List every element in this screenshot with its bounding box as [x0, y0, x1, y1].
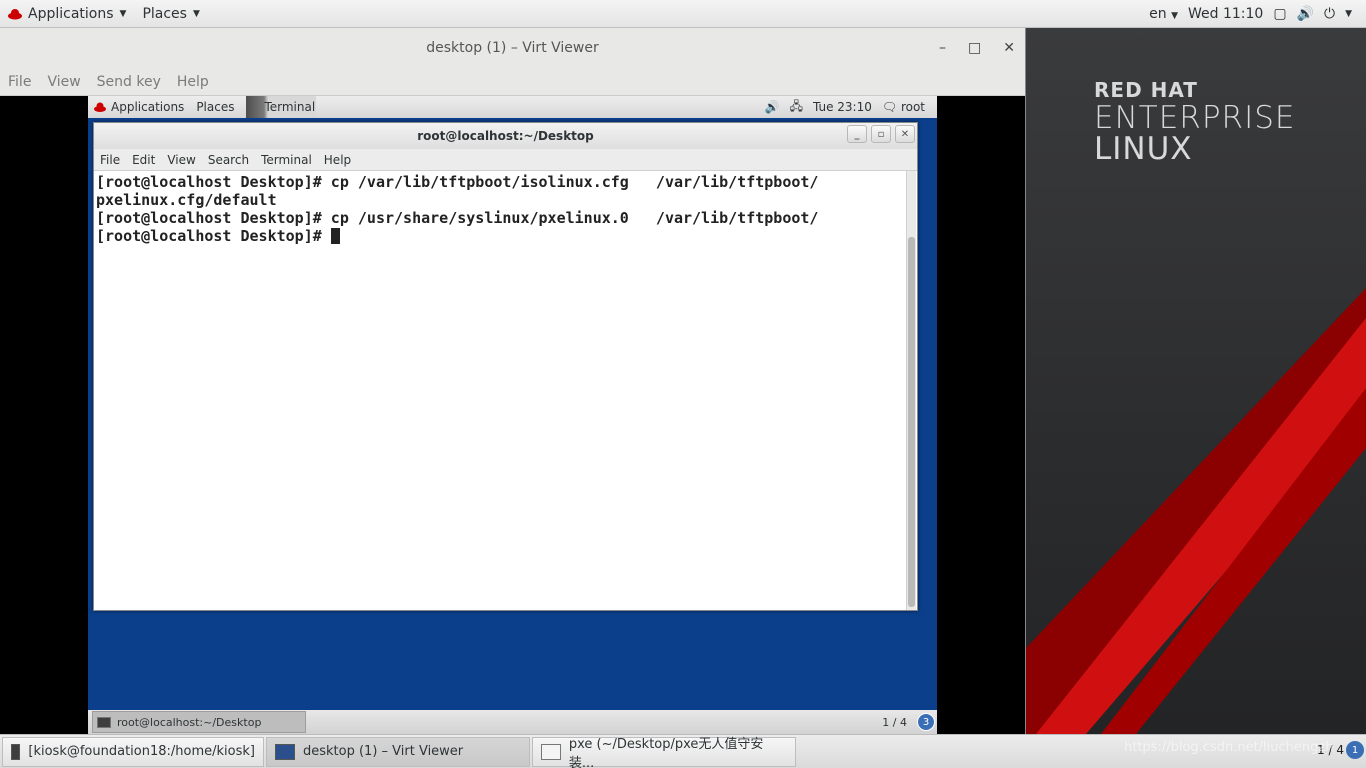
- chevron-down-icon[interactable]: ▼: [1345, 9, 1352, 19]
- power-icon[interactable]: ⏻: [1324, 6, 1335, 22]
- taskbar-item-virt-viewer[interactable]: desktop (1) – Virt Viewer: [266, 736, 530, 767]
- guest-task-label: root@localhost:~/Desktop: [117, 715, 262, 729]
- scrollbar-thumb[interactable]: [908, 237, 915, 607]
- terminal-menu-file[interactable]: File: [100, 153, 120, 167]
- chevron-down-icon: ▼: [1171, 10, 1178, 21]
- logo-line-2: ENTERPRISE: [1094, 100, 1296, 136]
- virt-viewer-menubar: File View Send key Help: [0, 68, 1025, 96]
- watermark: https://blog.csdn.net/liuchengzh: [1124, 740, 1334, 755]
- guest-task-terminal[interactable]: root@localhost:~/Desktop: [92, 711, 306, 733]
- window-icon[interactable]: ▢: [1273, 6, 1286, 22]
- terminal-icon: [11, 743, 21, 760]
- terminal-line: pxelinux.cfg/default: [96, 191, 277, 209]
- maximize-button[interactable]: □: [968, 40, 981, 56]
- terminal-prompt: [root@localhost Desktop]#: [96, 227, 331, 245]
- guest-user-label: root: [900, 100, 925, 114]
- terminal-line: [root@localhost Desktop]# cp /usr/share/…: [96, 209, 819, 227]
- taskbar-item-editor[interactable]: pxe (~/Desktop/pxe无人值守安装...: [532, 736, 796, 768]
- host-top-bar: Applications ▼ Places ▼ en ▼ Wed 11:10 ▢…: [0, 0, 1366, 28]
- terminal-window: root@localhost:~/Desktop _ ▫ ✕ File Edit…: [93, 122, 918, 611]
- chevron-down-icon: ▼: [192, 8, 200, 19]
- terminal-minimize-button[interactable]: _: [847, 125, 867, 143]
- terminal-menu-help[interactable]: Help: [324, 153, 351, 167]
- applications-label: Applications: [28, 5, 114, 22]
- user-icon: 🗨: [881, 100, 898, 114]
- guest-applications-menu[interactable]: Applications: [88, 100, 190, 114]
- logo-line-3: LINUX: [1094, 131, 1193, 167]
- guest-volume-icon[interactable]: 🔊: [765, 100, 780, 114]
- guest-user-menu[interactable]: 🗨 root: [882, 100, 925, 114]
- terminal-menubar: File Edit View Search Terminal Help: [94, 149, 917, 171]
- terminal-menu-search[interactable]: Search: [208, 153, 249, 167]
- guest-bottom-bar: root@localhost:~/Desktop 1 / 4 3: [88, 710, 937, 734]
- virt-viewer-window: desktop (1) – Virt Viewer – □ ✕ File Vie…: [0, 28, 1026, 734]
- guest-terminal-tab[interactable]: Terminal: [246, 96, 317, 118]
- terminal-close-button[interactable]: ✕: [895, 125, 915, 143]
- applications-menu[interactable]: Applications ▼: [0, 6, 134, 22]
- chevron-down-icon: ▼: [119, 8, 127, 19]
- rhel-logo: RED HAT ENTERPRISE LINUX: [1094, 78, 1296, 167]
- taskbar-item-terminal[interactable]: [kiosk@foundation18:/home/kiosk]: [2, 736, 264, 767]
- language-label: en: [1149, 5, 1167, 22]
- menu-help[interactable]: Help: [177, 74, 209, 90]
- language-selector[interactable]: en ▼: [1149, 6, 1178, 22]
- monitor-icon: [275, 743, 295, 760]
- guest-clock[interactable]: Tue 23:10: [813, 100, 872, 114]
- menu-view[interactable]: View: [47, 74, 80, 90]
- logo-line-1: RED HAT: [1094, 78, 1198, 102]
- text-cursor: [330, 228, 340, 244]
- guest-workspace-pager[interactable]: 1 / 4: [882, 716, 907, 729]
- menu-send-key[interactable]: Send key: [97, 74, 161, 90]
- terminal-line: [root@localhost Desktop]# cp /var/lib/tf…: [96, 173, 819, 191]
- terminal-menu-terminal[interactable]: Terminal: [261, 153, 312, 167]
- taskbar-item-label: [kiosk@foundation18:/home/kiosk]: [28, 744, 255, 759]
- guest-network-icon[interactable]: 🖧: [790, 97, 803, 118]
- places-label: Places: [142, 5, 187, 22]
- window-title: desktop (1) – Virt Viewer: [426, 40, 599, 56]
- minimize-button[interactable]: –: [939, 40, 946, 56]
- terminal-scrollbar[interactable]: [906, 171, 916, 610]
- terminal-titlebar[interactable]: root@localhost:~/Desktop _ ▫ ✕: [94, 123, 917, 149]
- terminal-prompt-line: [root@localhost Desktop]#: [96, 227, 904, 245]
- volume-icon[interactable]: 🔊: [1297, 6, 1314, 22]
- host-wallpaper: RED HAT ENTERPRISE LINUX: [1026, 28, 1366, 734]
- redhat-icon: [8, 8, 22, 19]
- redhat-icon: [94, 102, 106, 112]
- notification-badge[interactable]: 1: [1346, 741, 1364, 759]
- terminal-title: root@localhost:~/Desktop: [417, 129, 594, 143]
- taskbar-item-label: pxe (~/Desktop/pxe无人值守安装...: [568, 736, 764, 768]
- guest-screen[interactable]: Applications Places Terminal 🔊 🖧 Tue 23:…: [88, 96, 937, 734]
- guest-places-menu[interactable]: Places: [190, 100, 240, 114]
- guest-applications-label: Applications: [111, 100, 185, 114]
- terminal-menu-view[interactable]: View: [167, 153, 195, 167]
- guest-notification-badge[interactable]: 3: [917, 713, 935, 731]
- text-editor-icon: [541, 743, 561, 760]
- clock[interactable]: Wed 11:10: [1188, 6, 1263, 22]
- guest-terminal-label: Terminal: [264, 100, 316, 114]
- places-menu[interactable]: Places ▼: [134, 6, 207, 22]
- terminal-icon: [97, 716, 111, 728]
- window-titlebar[interactable]: desktop (1) – Virt Viewer – □ ✕: [0, 28, 1025, 68]
- taskbar-item-label: desktop (1) – Virt Viewer: [303, 744, 464, 759]
- terminal-output[interactable]: [root@localhost Desktop]# cp /var/lib/tf…: [94, 171, 906, 610]
- terminal-menu-edit[interactable]: Edit: [132, 153, 155, 167]
- menu-file[interactable]: File: [8, 74, 31, 90]
- terminal-maximize-button[interactable]: ▫: [871, 125, 891, 143]
- guest-top-bar: Applications Places Terminal 🔊 🖧 Tue 23:…: [88, 96, 937, 118]
- close-button[interactable]: ✕: [1003, 40, 1015, 56]
- guest-places-label: Places: [196, 100, 235, 114]
